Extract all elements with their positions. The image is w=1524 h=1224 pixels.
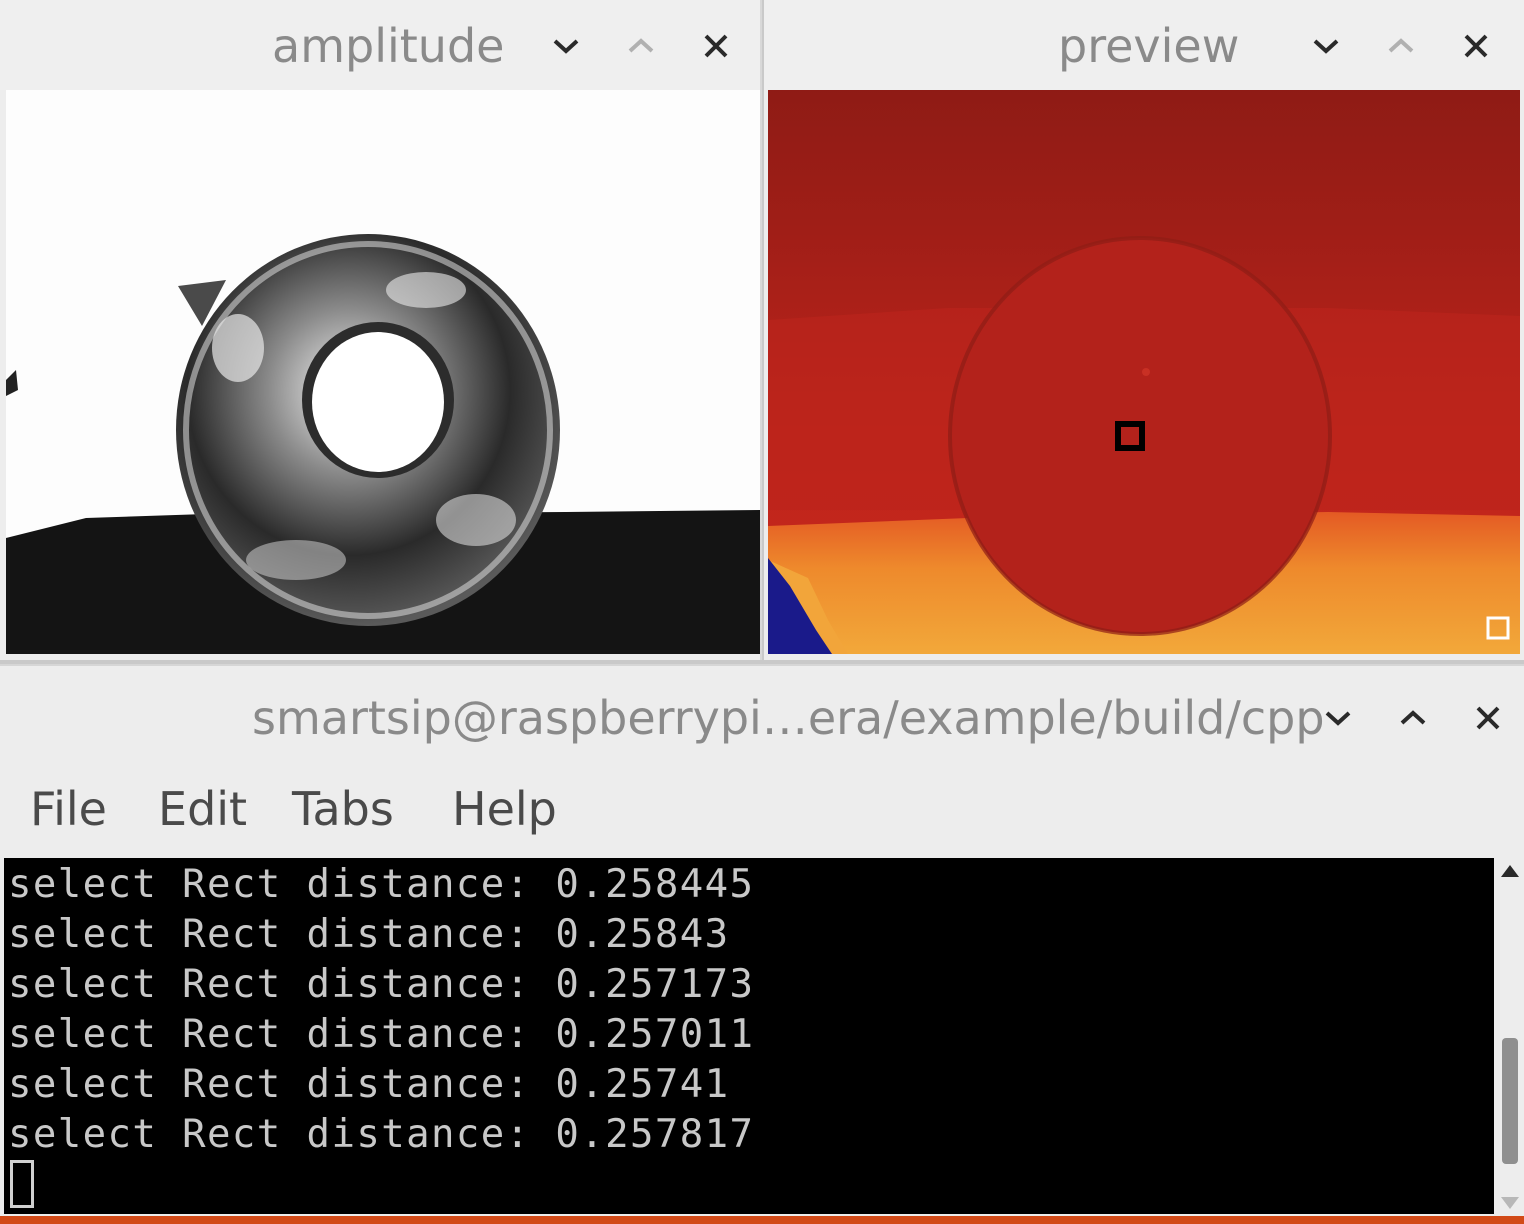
terminal-line: select Rect distance: 0.25741 bbox=[8, 1062, 730, 1107]
terminal-titlebar[interactable]: smartsip@raspberrypi…era/example/build/c… bbox=[0, 666, 1524, 766]
terminal-scrollbar[interactable] bbox=[1496, 858, 1524, 1214]
close-icon[interactable] bbox=[1468, 698, 1508, 738]
window-title: amplitude bbox=[272, 19, 505, 73]
chevron-up-icon[interactable] bbox=[1393, 698, 1433, 738]
amplitude-image bbox=[6, 90, 760, 654]
preview-titlebar[interactable]: preview bbox=[764, 0, 1524, 90]
window-title: preview bbox=[1058, 19, 1240, 73]
terminal-window: smartsip@raspberrypi…era/example/build/c… bbox=[0, 664, 1524, 1224]
amplitude-titlebar[interactable]: amplitude bbox=[0, 0, 760, 90]
terminal-output[interactable]: select Rect distance: 0.258445 select Re… bbox=[4, 858, 1494, 1214]
chevron-down-icon[interactable] bbox=[1318, 698, 1358, 738]
scroll-up-icon[interactable] bbox=[1500, 864, 1520, 878]
desktop-edge bbox=[0, 1216, 1524, 1224]
scroll-down-icon[interactable] bbox=[1500, 1196, 1520, 1210]
close-icon[interactable] bbox=[1456, 26, 1496, 66]
chevron-down-icon[interactable] bbox=[1306, 26, 1346, 66]
terminal-line: select Rect distance: 0.257173 bbox=[8, 962, 755, 1007]
preview-window: preview bbox=[764, 0, 1524, 660]
chevron-up-icon[interactable] bbox=[1381, 26, 1421, 66]
scroll-thumb[interactable] bbox=[1502, 1038, 1518, 1164]
menu-tabs[interactable]: Tabs bbox=[292, 766, 394, 856]
menu-help[interactable]: Help bbox=[452, 766, 557, 856]
menu-edit[interactable]: Edit bbox=[158, 766, 247, 856]
terminal-line: select Rect distance: 0.258445 bbox=[8, 862, 755, 907]
terminal-line: select Rect distance: 0.257011 bbox=[8, 1012, 755, 1057]
amplitude-window: amplitude bbox=[0, 0, 762, 660]
terminal-line: select Rect distance: 0.257817 bbox=[8, 1112, 755, 1157]
chevron-up-icon[interactable] bbox=[621, 26, 661, 66]
menu-bar: File Edit Tabs Help bbox=[0, 766, 1524, 856]
terminal-line: select Rect distance: 0.25843 bbox=[8, 912, 730, 957]
preview-depth-image[interactable] bbox=[768, 90, 1520, 654]
menu-file[interactable]: File bbox=[30, 766, 107, 856]
chevron-down-icon[interactable] bbox=[546, 26, 586, 66]
close-icon[interactable] bbox=[696, 26, 736, 66]
window-title: smartsip@raspberrypi…era/example/build/c… bbox=[252, 691, 1325, 745]
text-cursor bbox=[10, 1160, 34, 1208]
